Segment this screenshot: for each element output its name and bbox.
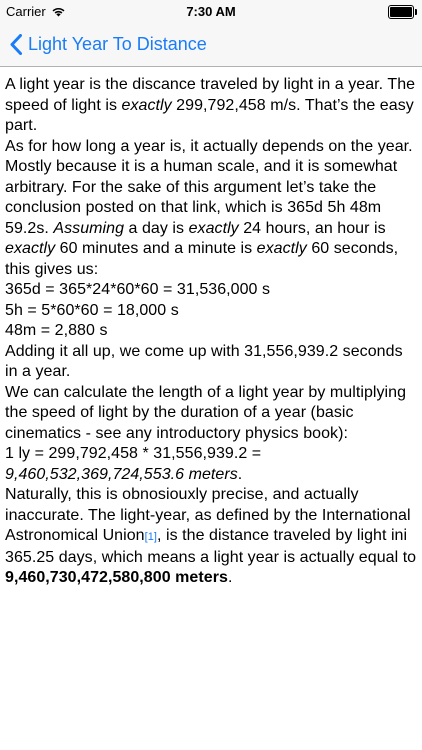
calc-hours: 5h = 5*60*60 = 18,000 s (5, 301, 179, 319)
chevron-left-icon (10, 33, 22, 55)
emphasis: exactly (256, 240, 307, 257)
text: 60 minutes and a minute is (55, 240, 257, 257)
emphasis: 9,460,532,369,724,553.6 meters (5, 465, 238, 483)
paragraph-conclusion: Naturally, this is obnosiouxly precise, … (5, 485, 417, 589)
emphasis: Assuming (53, 219, 125, 237)
text: 24 hours, an hour is (238, 219, 386, 237)
navigation-bar: Light Year To Distance (0, 22, 422, 67)
text: . (227, 569, 233, 586)
final-value: 9,460,730,472,580,800 meters (5, 569, 228, 586)
paragraph-year-length: As for how long a year is, it actually d… (5, 137, 417, 281)
back-button-label: Light Year To Distance (28, 33, 207, 54)
clock: 7:30 AM (186, 4, 236, 19)
calc-days: 365d = 365*24*60*60 = 31,536,000 s (5, 281, 271, 298)
calc-light-year: 1 ly = 299,792,458 * 31,556,939.2 = (5, 445, 262, 462)
text: a day is (124, 219, 189, 237)
emphasis: exactly (5, 240, 56, 257)
status-bar: Carrier 7:30 AM (0, 0, 422, 22)
emphasis: exactly (188, 219, 239, 237)
emphasis: exactly (121, 96, 172, 114)
back-button[interactable]: Light Year To Distance (0, 33, 207, 55)
calc-minutes: 48m = 2,880 s (5, 322, 108, 339)
reference-link[interactable]: [1] (145, 531, 157, 543)
article-body: A light year is the discance traveled by… (0, 67, 422, 589)
paragraph-seconds-total: Adding it all up, we come up with 31,556… (5, 342, 403, 381)
paragraph-method: We can calculate the length of a light y… (5, 383, 407, 442)
paragraph-intro: A light year is the discance traveled by… (5, 75, 417, 137)
calc-light-year-result: 9,460,532,369,724,553.6 meters. (5, 465, 417, 486)
battery-icon (388, 5, 417, 19)
text: . (237, 465, 243, 483)
